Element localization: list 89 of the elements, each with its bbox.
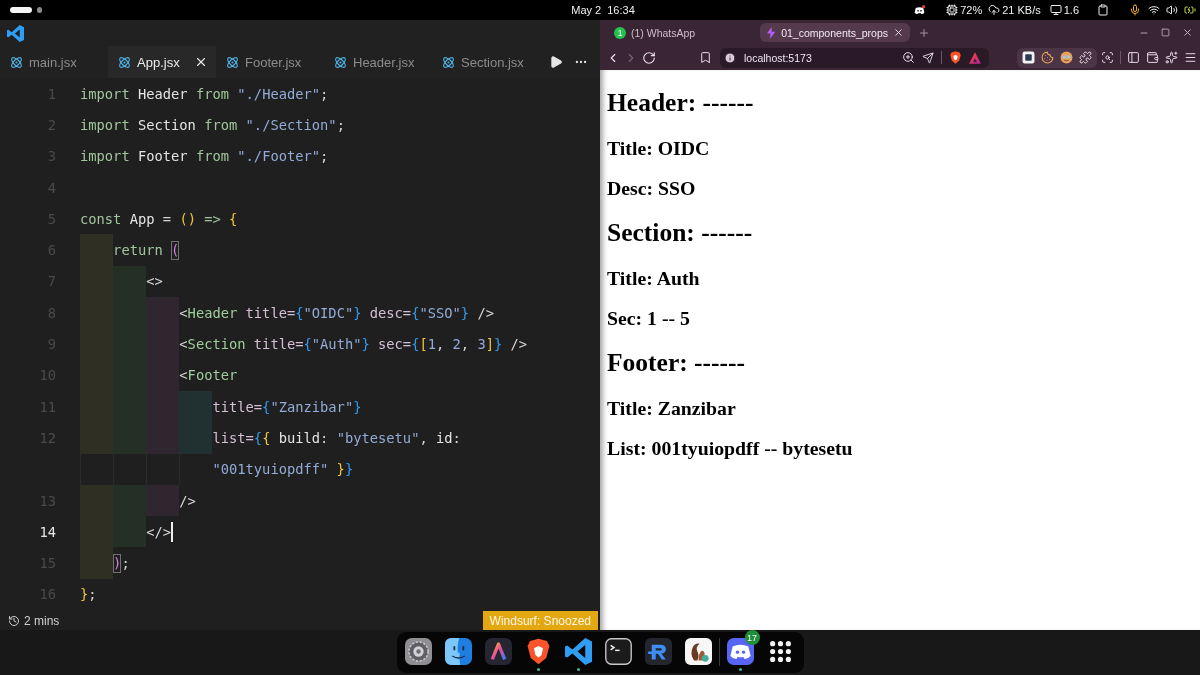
code-line: <Header title={"OIDC"} desc={"SSO"} />	[179, 303, 494, 323]
atom-icon	[10, 55, 23, 69]
code-line: />	[179, 491, 196, 511]
code-line: return (	[113, 240, 180, 261]
logo-icon	[7, 24, 24, 42]
info-icon[interactable]	[724, 51, 736, 64]
microphone-icon[interactable]	[1129, 4, 1141, 16]
terminal-icon[interactable]	[604, 638, 632, 665]
clipboard-icon[interactable]	[1097, 4, 1109, 16]
history-icon	[8, 614, 20, 627]
browser-tab[interactable]: 01_components_props	[760, 23, 910, 42]
clock-label: 16:34	[607, 3, 635, 17]
atom-icon	[118, 55, 131, 69]
page-text: Sec: 1 -- 5	[607, 306, 690, 330]
cpu-usage-label: 72%	[960, 3, 983, 17]
browser-tab[interactable]: 1 (1) WhatsApp	[608, 23, 758, 42]
ribbon-icon[interactable]	[564, 638, 592, 665]
code-line: <>	[146, 272, 163, 292]
page-text: Title: OIDC	[607, 136, 710, 160]
code-line: import Footer from "./Footer";	[80, 147, 329, 167]
wallet-icon[interactable]	[1146, 51, 1159, 64]
app-logo-icon[interactable]	[684, 638, 712, 665]
editor-tab[interactable]: Header.jsx	[324, 46, 432, 78]
new-tab-icon[interactable]	[918, 26, 930, 39]
code-line: <Section title={"Auth"} sec={[1, 2, 3]} />	[179, 335, 528, 354]
page-heading: Section: ------	[607, 218, 753, 248]
zoom-icon[interactable]	[902, 51, 915, 64]
face-icon[interactable]	[1060, 51, 1073, 64]
editor-tab[interactable]: App.jsx	[108, 46, 216, 78]
address-field[interactable]: localhost:5173	[720, 47, 989, 68]
shield-icon[interactable]	[949, 51, 962, 64]
sparkle-icon[interactable]	[1165, 51, 1178, 64]
editor-tab[interactable]: Section.jsx	[432, 46, 540, 78]
code-line: <Footer	[179, 366, 238, 386]
monitor-icon	[1049, 4, 1062, 16]
triangle-icon[interactable]	[969, 51, 981, 64]
chevron-icon[interactable]	[484, 638, 512, 665]
url-text: localhost:5173	[744, 51, 812, 64]
lightning-icon	[766, 26, 777, 39]
gear-icon[interactable]	[404, 638, 432, 665]
volume-icon[interactable]	[1166, 4, 1178, 16]
bookmark-icon[interactable]	[699, 51, 712, 64]
date-label: May 2	[571, 3, 602, 17]
atom-icon	[442, 55, 455, 69]
cpu-icon	[946, 4, 959, 16]
app-logo-icon[interactable]	[644, 638, 672, 665]
wifi-icon[interactable]	[1148, 4, 1160, 16]
history-status-item[interactable]: 2 mins	[8, 611, 60, 630]
load-label: 1.6	[1063, 3, 1079, 17]
code-line: </>	[146, 522, 172, 542]
page-text: List: 001tyuiopdff -- bytesetu	[607, 436, 853, 460]
cloud-upload-icon	[988, 4, 1001, 16]
close-icon[interactable]	[893, 27, 904, 38]
controller-icon	[913, 3, 927, 17]
page-heading: Footer: ------	[607, 348, 746, 378]
page-text: Title: Zanzibar	[607, 396, 736, 420]
tab-badge: 1	[614, 26, 626, 39]
play-icon[interactable]	[549, 55, 563, 69]
code-line: "001tyuiopdff" }}	[212, 460, 354, 480]
puzzle-icon[interactable]	[1079, 51, 1092, 64]
close-icon[interactable]	[1182, 27, 1193, 38]
menu-icon[interactable]	[1184, 51, 1197, 64]
atom-icon	[226, 55, 239, 69]
code-line: );	[113, 553, 130, 574]
face-icon[interactable]	[444, 638, 472, 665]
code-line: import Section from "./Section";	[80, 115, 345, 135]
code-line: };	[80, 585, 97, 605]
battery-icon[interactable]	[1184, 4, 1196, 16]
atom-icon	[334, 55, 347, 69]
square-icon[interactable]	[1022, 51, 1035, 64]
send-icon[interactable]	[922, 51, 934, 64]
editor-tab[interactable]: Footer.jsx	[216, 46, 324, 78]
scan-search-icon[interactable]	[1101, 51, 1114, 64]
code-line: title={"Zanzibar"}	[212, 397, 362, 417]
code-line: import Header from "./Header";	[80, 84, 329, 104]
code-line: list={{ build: "bytesetu", id:	[212, 428, 461, 448]
close-icon[interactable]	[194, 55, 208, 69]
page-heading: Header: ------	[607, 88, 754, 118]
reload-icon[interactable]	[642, 50, 656, 65]
workspace-indicator-icon[interactable]	[10, 7, 32, 13]
editor-tab[interactable]: main.jsx	[0, 46, 108, 78]
line-number: 14	[39, 522, 56, 541]
maximize-icon[interactable]	[1161, 28, 1170, 37]
sidebar-icon[interactable]	[1127, 51, 1140, 64]
cookie-icon[interactable]	[1041, 51, 1054, 64]
code-line: const App = () => {	[80, 209, 238, 229]
network-speed-label: 21 KB/s	[1002, 3, 1041, 17]
page-text: Desc: SSO	[607, 176, 696, 200]
page-text: Title: Auth	[607, 266, 700, 290]
